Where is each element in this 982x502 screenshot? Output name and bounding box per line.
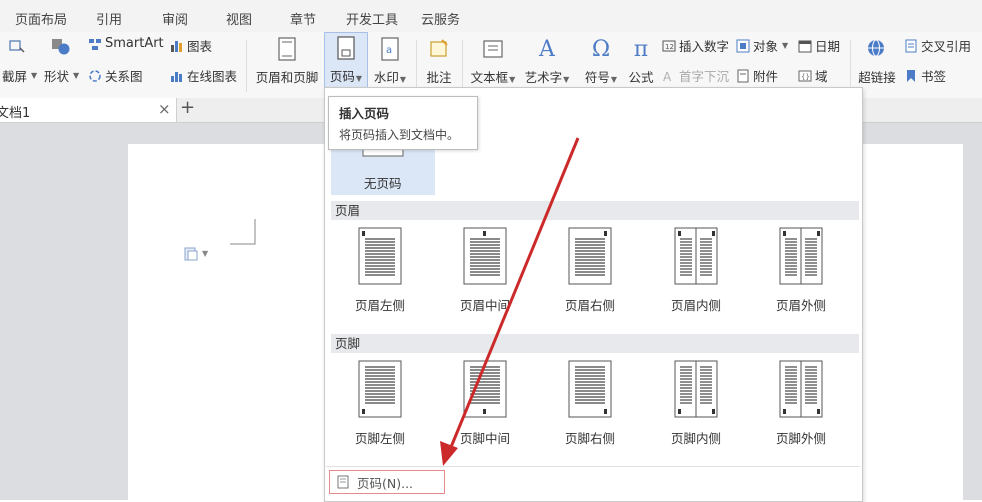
annotation-arrow xyxy=(440,137,580,466)
